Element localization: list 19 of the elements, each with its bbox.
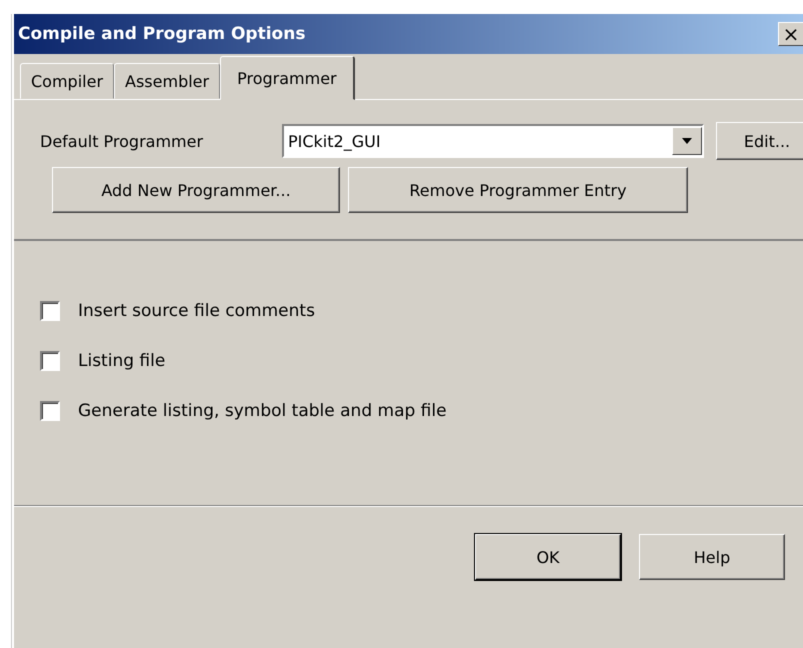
dialog-button[interactable]: Help — [639, 534, 785, 580]
edit-button[interactable]: Edit... — [716, 122, 803, 160]
tab[interactable]: Assembler — [114, 63, 220, 99]
close-button[interactable]: × — [778, 22, 803, 46]
tab[interactable]: Programmer — [220, 56, 355, 100]
checkbox-label: Listing file — [78, 351, 166, 371]
dropdown-arrow-icon — [682, 138, 692, 144]
field-label: Default Programmer — [40, 132, 204, 150]
tab[interactable]: Compiler — [20, 63, 114, 99]
programmer-dropdown[interactable]: PICkit2_GUI — [282, 124, 704, 158]
checkbox[interactable] — [40, 351, 60, 371]
window-title: Compile and Program Options — [18, 24, 306, 44]
remove-programmer-button[interactable]: Remove Programmer Entry — [348, 167, 688, 213]
checkbox-label: Generate listing, symbol table and map file — [78, 401, 447, 421]
dialog-button[interactable]: OK — [475, 534, 621, 580]
checkbox[interactable] — [40, 401, 60, 421]
checkbox[interactable] — [40, 301, 60, 321]
add-programmer-button[interactable]: Add New Programmer... — [52, 167, 340, 213]
checkbox-label: Insert source file comments — [78, 301, 315, 321]
